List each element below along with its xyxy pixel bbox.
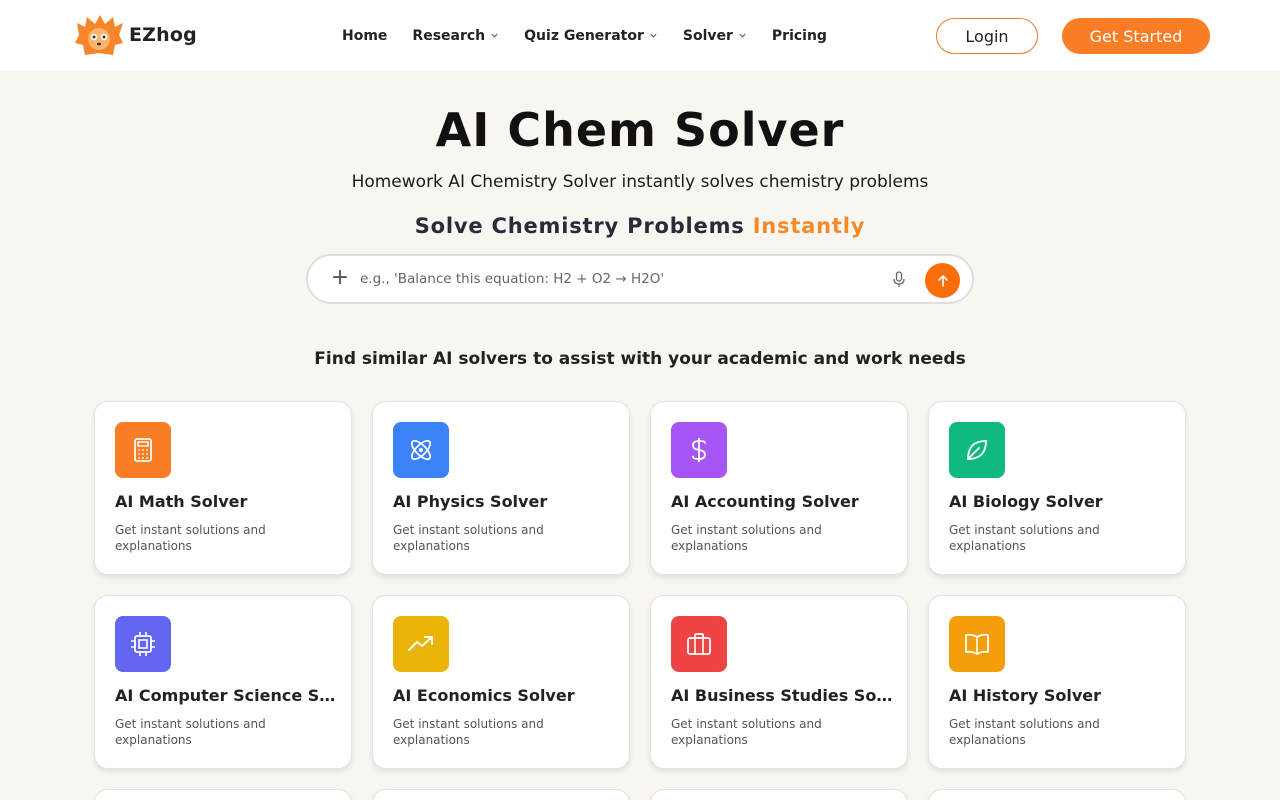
nav-home-label: Home (342, 27, 388, 44)
nav-quiz-generator[interactable]: Quiz Generator (524, 28, 658, 44)
nav-solver[interactable]: Solver (683, 28, 747, 44)
solver-card[interactable]: AI Business Studies Solver Get instant so… (650, 595, 908, 769)
nav-pricing[interactable]: Pricing (772, 28, 827, 44)
brand-name: EZhog (129, 24, 197, 46)
solver-card-title: AI Economics Solver (393, 686, 575, 705)
solver-card-description: Get instant solutions and explanations (671, 717, 822, 747)
question-search-bar: + (306, 254, 974, 304)
chevron-down-icon (650, 33, 657, 38)
solver-card-title: AI Physics Solver (393, 492, 548, 511)
solver-card[interactable]: AI Physics Solver Get instant solutions a… (372, 401, 630, 575)
trending-up-icon (408, 636, 433, 651)
hero-tagline: Solve Chemistry Problems Instantly (0, 214, 1280, 238)
leaf-icon (967, 440, 987, 460)
solver-card-title: AI Accounting Solver (671, 492, 859, 511)
question-input[interactable] (360, 266, 880, 292)
solver-card-partial[interactable] (928, 789, 1186, 800)
solver-card-title: AI Math Solver (115, 492, 248, 511)
top-navbar: EZhog Home Research Quiz Generator Solve… (0, 0, 1280, 71)
solver-card-description: Get instant solutions and explanations (115, 717, 266, 747)
dollar-icon (692, 438, 706, 462)
chevron-down-icon (491, 33, 498, 38)
solver-card-title: AI History Solver (949, 686, 1102, 705)
dollar-tile (671, 422, 727, 478)
solver-card-partial[interactable] (372, 789, 630, 800)
nav-solver-label: Solver (682, 27, 733, 44)
solver-card-title: AI Computer Science Solver (115, 686, 341, 705)
page-title: AI Chem Solver (435, 103, 845, 157)
solver-card[interactable]: AI Economics Solver Get instant solutions… (372, 595, 630, 769)
brand-logo[interactable]: EZhog (73, 13, 197, 57)
hedgehog-logo-icon (75, 15, 123, 55)
hero-tagline-accent: Instantly (752, 214, 866, 238)
solver-card-partial[interactable] (94, 789, 352, 800)
atom-tile (393, 422, 449, 478)
similar-solvers-heading: Find similar AI solvers to assist with y… (314, 349, 966, 369)
solver-card-partial[interactable] (650, 789, 908, 800)
solver-card-title: AI Business Studies Solver (671, 686, 897, 705)
calculator-tile (115, 422, 171, 478)
hero-tagline-main: Solve Chemistry Problems (414, 214, 745, 238)
main-nav: Home Research Quiz Generator Solver Pric… (342, 0, 827, 71)
page-subtitle: Homework AI Chemistry Solver instantly s… (351, 172, 929, 192)
solver-card[interactable]: AI Biology Solver Get instant solutions a… (928, 401, 1186, 575)
solver-card[interactable]: AI History Solver Get instant solutions a… (928, 595, 1186, 769)
briefcase-tile (671, 616, 727, 672)
solver-card-description: Get instant solutions and explanations (393, 717, 544, 747)
solver-card-description: Get instant solutions and explanations (115, 523, 266, 553)
trending-up-tile (393, 616, 449, 672)
get-started-button[interactable]: Get Started (1062, 18, 1210, 54)
solver-card-description: Get instant solutions and explanations (393, 523, 544, 553)
chevron-down-icon (739, 33, 746, 38)
submit-button[interactable] (925, 263, 960, 298)
solver-card-description: Get instant solutions and explanations (671, 523, 822, 553)
nav-pricing-label: Pricing (771, 27, 827, 44)
nav-research[interactable]: Research (412, 28, 499, 44)
nav-quiz-generator-label: Quiz Generator (524, 27, 644, 44)
solver-card[interactable]: AI Accounting Solver Get instant solution… (650, 401, 908, 575)
cpu-icon (131, 632, 155, 656)
solver-card[interactable]: AI Computer Science Solver Get instant so… (94, 595, 352, 769)
solver-card-description: Get instant solutions and explanations (949, 523, 1100, 553)
cpu-tile (115, 616, 171, 672)
book-tile (949, 616, 1005, 672)
solver-card[interactable]: AI Math Solver Get instant solutions and … (94, 401, 352, 575)
briefcase-icon (687, 633, 711, 655)
book-icon (965, 633, 989, 655)
solver-card-title: AI Biology Solver (949, 492, 1103, 511)
nav-research-label: Research (412, 27, 486, 44)
login-button[interactable]: Login (936, 18, 1038, 54)
nav-home[interactable]: Home (342, 28, 387, 44)
calculator-icon (134, 438, 152, 462)
microphone-icon[interactable] (891, 271, 907, 289)
add-attachment-icon[interactable]: + (330, 267, 350, 289)
arrow-up-icon (937, 274, 948, 287)
atom-icon (410, 439, 432, 461)
leaf-tile (949, 422, 1005, 478)
solver-card-description: Get instant solutions and explanations (949, 717, 1100, 747)
